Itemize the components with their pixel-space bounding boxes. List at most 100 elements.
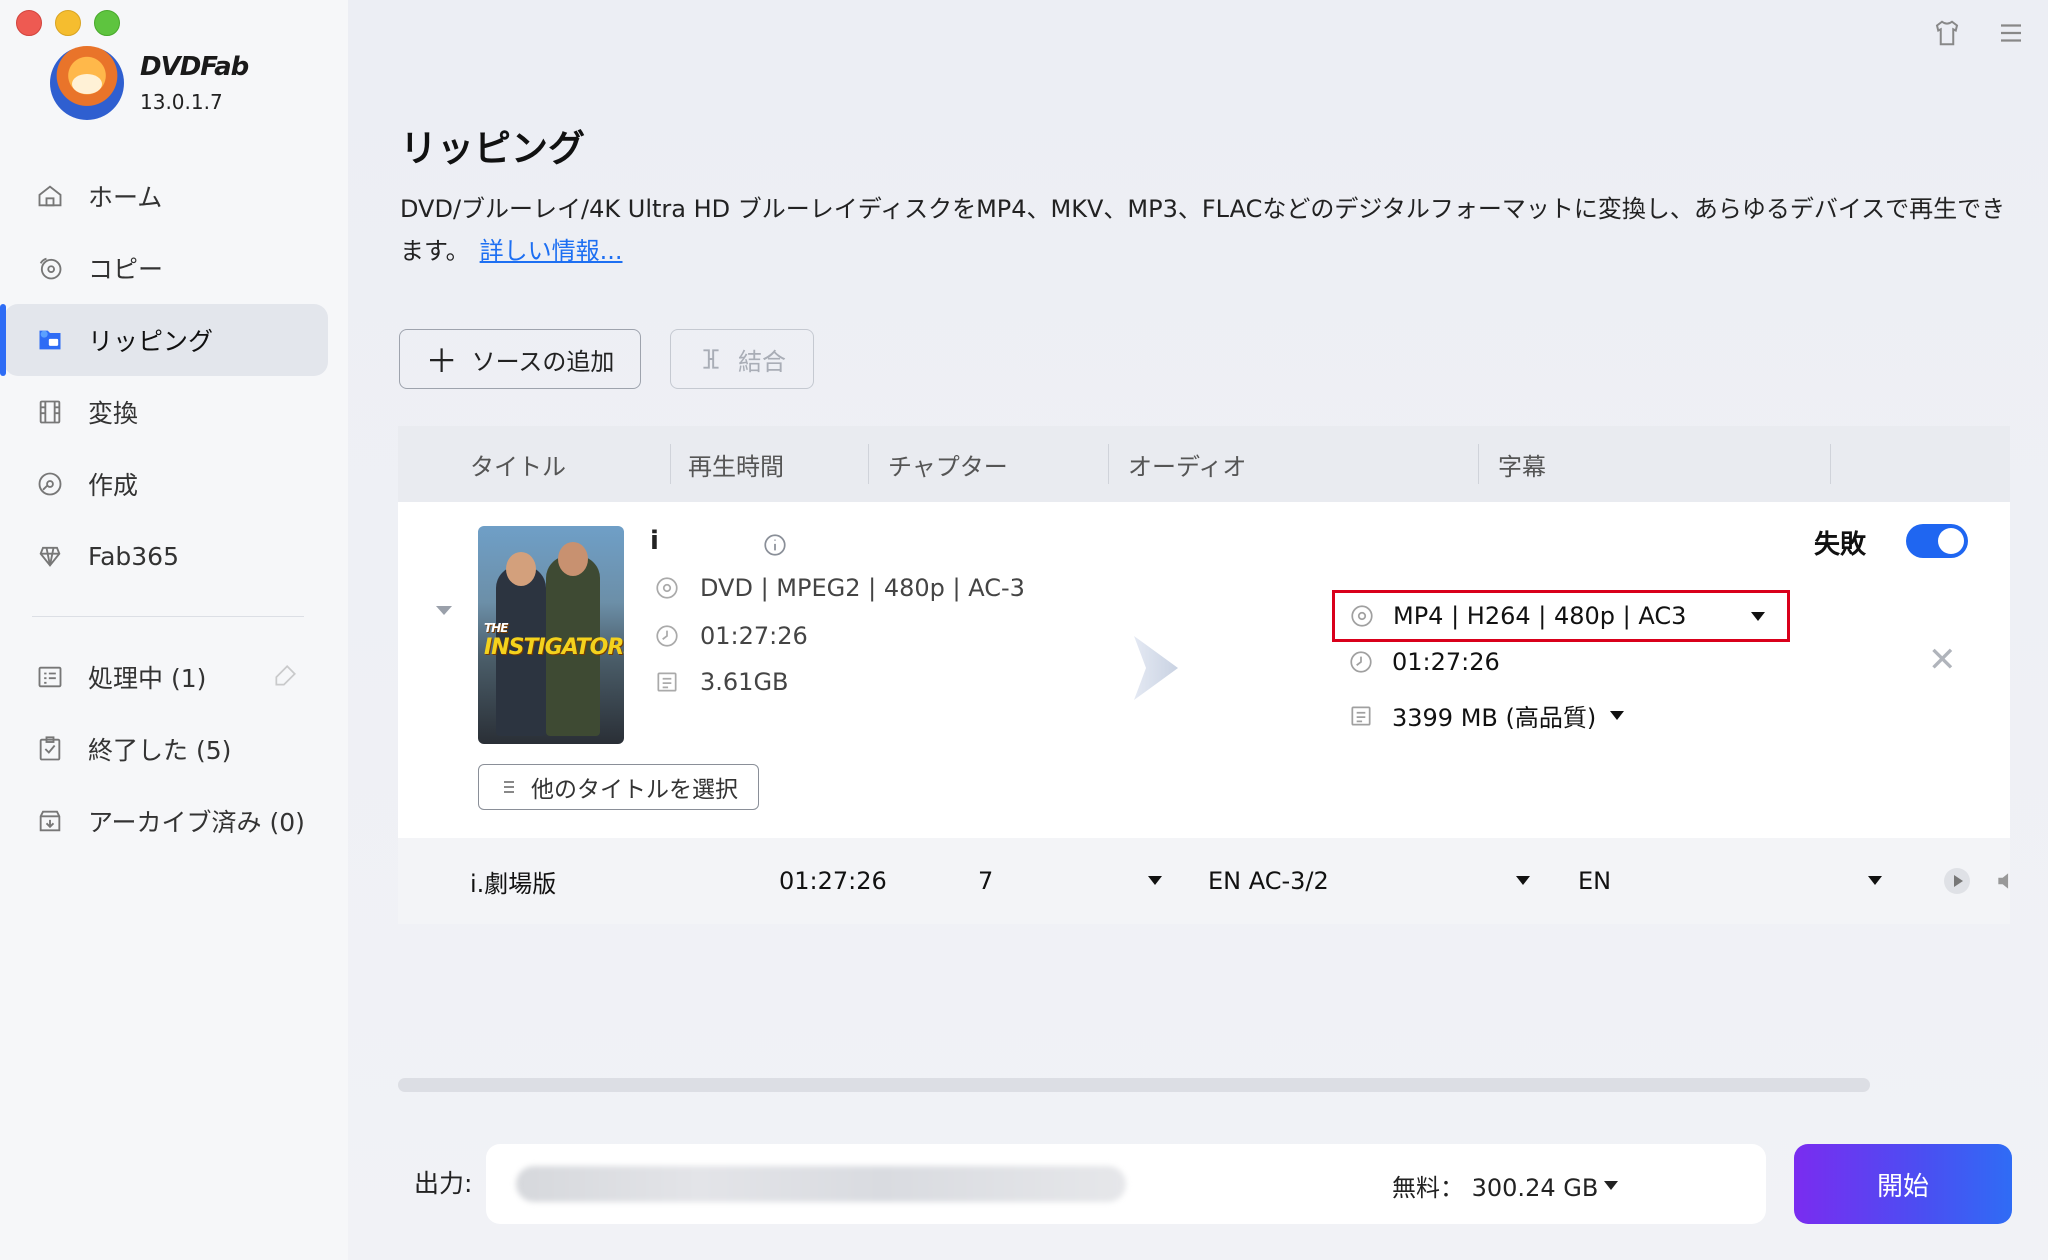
sidebar-item-label: ホーム (88, 183, 163, 212)
ripper-icon (34, 324, 66, 356)
source-format-text: DVD | MPEG2 | 480p | AC-3 (700, 574, 1025, 602)
sidebar-item-archived[interactable]: アーカイブ済み (0) (4, 785, 328, 857)
minimize-window-button[interactable] (55, 10, 81, 36)
close-window-button[interactable] (16, 10, 42, 36)
processing-icon (34, 661, 66, 693)
chevron-down-icon (1751, 612, 1765, 621)
output-size-dropdown[interactable]: 3399 MB (高品質) (1348, 698, 1625, 733)
start-button[interactable]: 開始 (1794, 1144, 2012, 1224)
output-path-field[interactable]: 無料： 300.24 GB (486, 1144, 1866, 1224)
fab365-icon (34, 540, 66, 572)
page-description: DVD/ブルーレイ/4K Ultra HD ブルーレイディスクをMP4、MKV、… (400, 188, 2020, 272)
sidebar-item-finished[interactable]: 終了した (5) (4, 713, 328, 785)
output-label: 出力: (414, 1169, 473, 1198)
convert-arrow-icon (1134, 636, 1178, 700)
title-table: タイトル 再生時間 チャプター オーディオ 字幕 THE INSTIGATORS … (398, 426, 2010, 924)
horizontal-scrollbar[interactable] (398, 1078, 1870, 1092)
convert-icon (34, 396, 66, 428)
column-header-chapters: チャプター (888, 452, 1008, 481)
select-other-label: 他のタイトルを選択 (531, 777, 738, 803)
window-controls (16, 10, 120, 36)
status-label: 失敗 (1814, 530, 1867, 560)
info-icon[interactable] (762, 532, 788, 558)
copy-icon (34, 252, 66, 284)
merge-icon (703, 349, 719, 369)
column-header-subtitle: 字幕 (1498, 452, 1546, 481)
sidebar-item-home[interactable]: ホーム (4, 160, 328, 232)
top-toolbar (1932, 18, 2048, 48)
chevron-down-icon[interactable] (1148, 876, 1162, 885)
poster-title: THE INSTIGATORS (484, 621, 624, 660)
remove-task-close-icon[interactable]: ✕ (1928, 640, 1957, 680)
title-detail-row: i.劇場版 01:27:26 7 EN AC-3/2 EN (398, 838, 2010, 924)
play-preview-icon[interactable] (1944, 868, 1970, 894)
task-enable-toggle[interactable] (1906, 524, 1968, 558)
disc-icon (1351, 605, 1373, 627)
sidebar-item-convert[interactable]: 変換 (4, 376, 328, 448)
source-format: DVD | MPEG2 | 480p | AC-3 (654, 574, 1025, 602)
free-space-dropdown[interactable]: 無料： 300.24 GB (1392, 1168, 1619, 1203)
item-title: i (650, 526, 659, 556)
sidebar-item-label: Fab365 (88, 541, 179, 571)
column-separator[interactable] (1478, 444, 1479, 484)
clean-queue-icon[interactable] (272, 663, 298, 689)
column-header-audio: オーディオ (1128, 452, 1247, 481)
column-separator[interactable] (1108, 444, 1109, 484)
more-info-link[interactable]: 詳しい情報... (480, 237, 623, 265)
sidebar-item-fab365[interactable]: Fab365 (4, 520, 328, 592)
column-header-duration: 再生時間 (688, 452, 784, 481)
table-header: タイトル 再生時間 チャプター オーディオ 字幕 (398, 426, 2010, 502)
page-title: リッピング (400, 127, 585, 170)
movie-poster: THE INSTIGATORS (478, 526, 624, 744)
sidebar-item-processing[interactable]: 処理中 (1) (4, 641, 328, 713)
sidebar-item-label: 変換 (88, 399, 139, 428)
output-size-text: 3399 MB (高品質) (1392, 704, 1597, 732)
sidebar-item-label: 作成 (88, 471, 139, 500)
source-size: 3.61GB (654, 668, 789, 696)
column-header-title: タイトル (470, 452, 566, 481)
chapters-dropdown[interactable]: 7 (978, 838, 993, 924)
sidebar-item-create[interactable]: 作成 (4, 448, 328, 520)
source-size-text: 3.61GB (700, 668, 789, 696)
output-profile-text: MP4 | H264 | 480p | AC3 (1393, 602, 1687, 630)
clock-icon (656, 625, 678, 647)
column-separator[interactable] (670, 444, 671, 484)
source-duration-text: 01:27:26 (700, 622, 808, 650)
collapse-caret-icon[interactable] (436, 606, 452, 615)
sidebar-item-label: リッピング (88, 327, 214, 356)
output-profile-dropdown[interactable]: MP4 | H264 | 480p | AC3 (1332, 590, 1790, 642)
subrow-title: i.劇場版 (470, 869, 557, 898)
sidebar-item-label: アーカイブ済み (0) (88, 808, 305, 837)
list-icon (504, 781, 514, 793)
chevron-down-icon[interactable] (1868, 876, 1882, 885)
description-text: DVD/ブルーレイ/4K Ultra HD ブルーレイディスクをMP4、MKV、… (400, 195, 2006, 265)
subrow-duration: 01:27:26 (779, 867, 887, 895)
sidebar-item-label: 処理中 (1) (88, 664, 207, 693)
audio-dropdown[interactable]: EN AC-3/2 (1208, 838, 1329, 924)
brand-name: DVDFab (140, 52, 249, 82)
dvdfab-logo-icon (50, 46, 124, 120)
menu-icon[interactable] (1996, 18, 2026, 48)
app-logo-block: DVDFab 13.0.1.7 (50, 46, 249, 120)
sidebar-divider (32, 616, 304, 617)
column-separator[interactable] (1830, 444, 1831, 484)
clock-icon (1350, 651, 1372, 673)
home-icon (34, 180, 66, 212)
zoom-window-button[interactable] (94, 10, 120, 36)
chevron-down-icon (1604, 1181, 1619, 1190)
sidebar-item-label: 終了した (5) (88, 736, 232, 765)
shirt-skin-icon[interactable] (1932, 18, 1962, 48)
archive-icon (34, 805, 66, 837)
column-separator[interactable] (868, 444, 869, 484)
finished-icon (34, 733, 66, 765)
sidebar-item-copy[interactable]: コピー (4, 232, 328, 304)
select-other-title-button[interactable]: 他のタイトルを選択 (478, 764, 759, 810)
subtitle-dropdown[interactable]: EN (1578, 838, 1611, 924)
volume-icon[interactable] (1994, 868, 2020, 894)
add-source-button[interactable]: ＋ ソースの追加 (399, 329, 641, 389)
chevron-down-icon[interactable] (1516, 876, 1530, 885)
sidebar-item-ripper[interactable]: リッピング (0, 304, 328, 376)
file-size-icon (657, 672, 677, 692)
chevron-down-icon (1610, 711, 1625, 720)
merge-button[interactable]: 結合 (670, 329, 814, 389)
